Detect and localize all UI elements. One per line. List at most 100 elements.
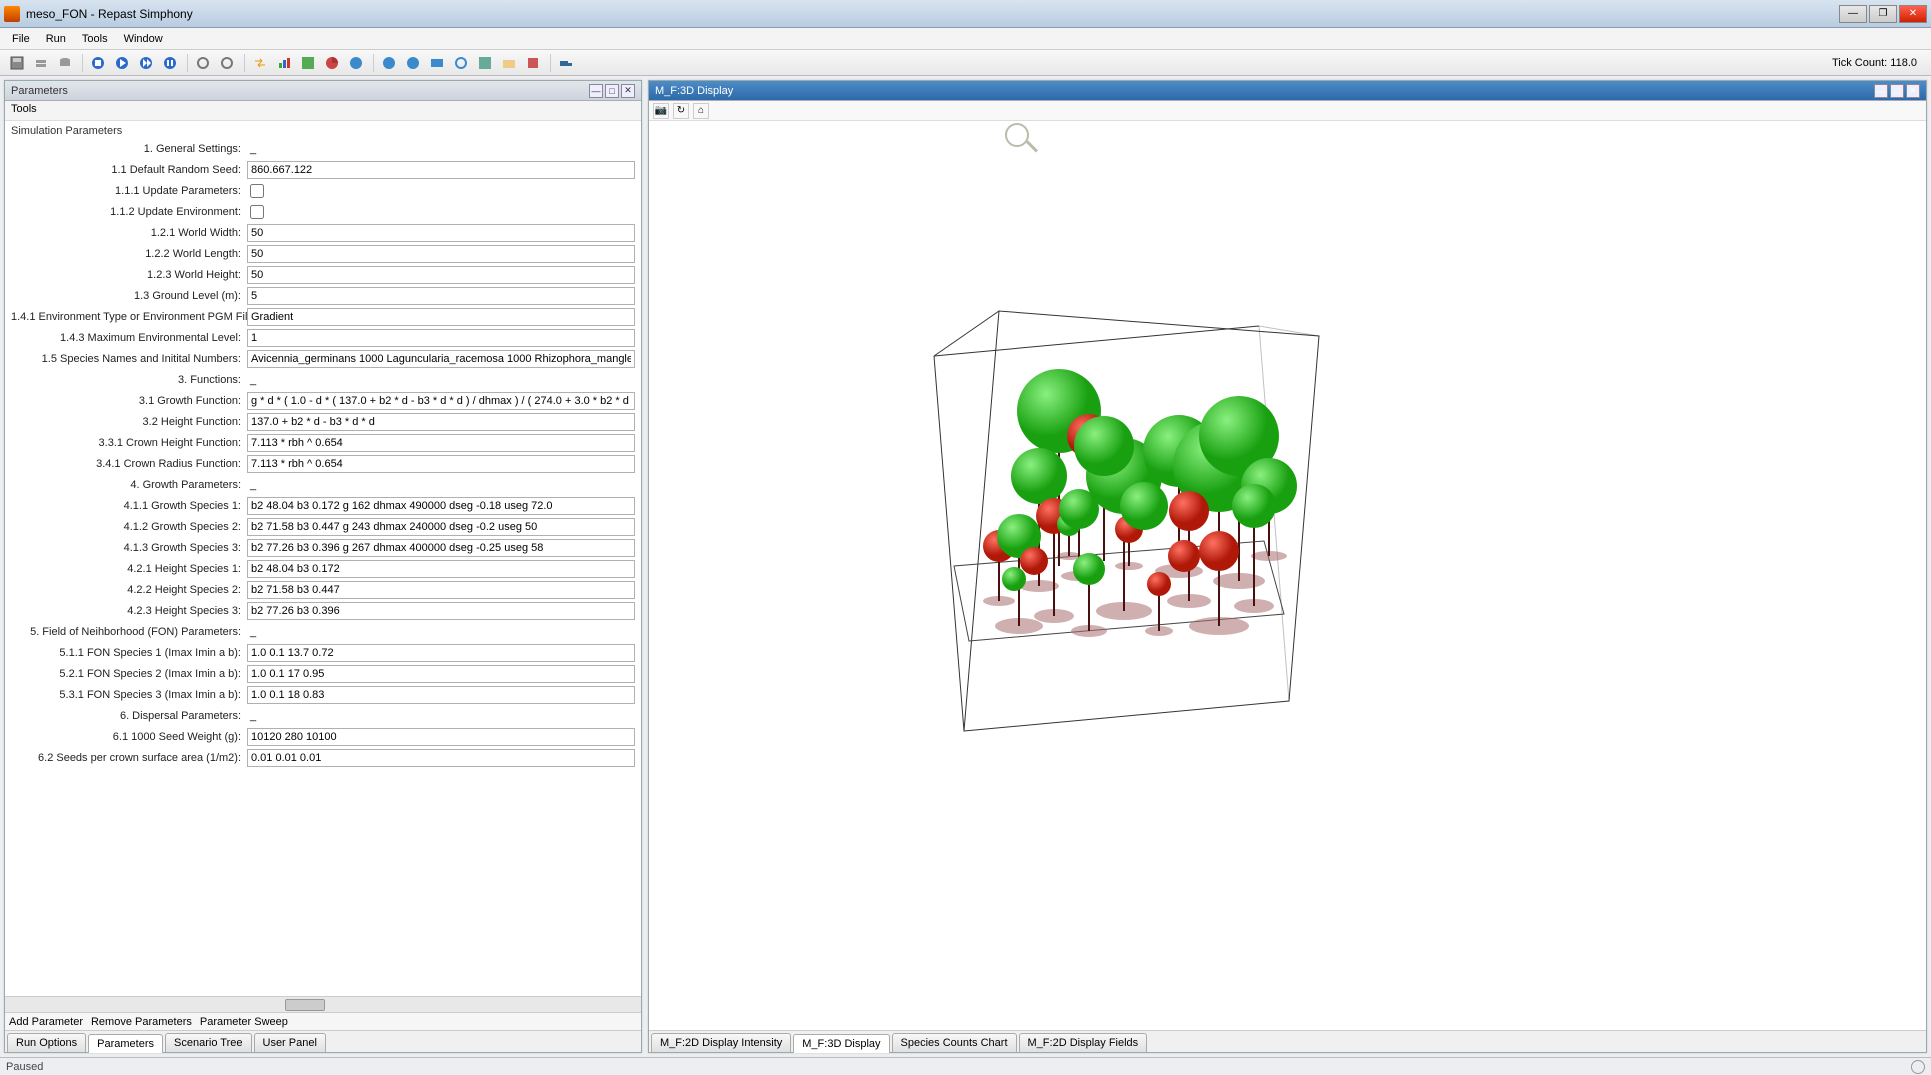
param-label: 1.2.1 World Width:: [11, 227, 247, 239]
gear2-icon[interactable]: [216, 52, 238, 74]
param-label: 4.2.2 Height Species 2:: [11, 584, 247, 596]
param-input[interactable]: [247, 329, 635, 347]
step-icon[interactable]: [135, 52, 157, 74]
3d-viewport[interactable]: [649, 121, 1926, 1030]
right-panel: M_F:3D Display — □ ✕ 📷 ↻ ⌂: [648, 80, 1927, 1053]
truck-icon[interactable]: [555, 52, 577, 74]
ff-icon[interactable]: [159, 52, 181, 74]
tab-2d-fields[interactable]: M_F:2D Display Fields: [1019, 1033, 1148, 1052]
refresh-icon[interactable]: ↻: [673, 103, 689, 119]
subwin-minimize-icon[interactable]: —: [1874, 84, 1888, 98]
param-checkbox[interactable]: [250, 205, 264, 219]
subwin-minimize-icon[interactable]: —: [589, 84, 603, 98]
param-input[interactable]: [247, 665, 635, 683]
display-title: M_F:3D Display: [655, 85, 733, 97]
folder-icon[interactable]: [498, 52, 520, 74]
grid-icon[interactable]: [474, 52, 496, 74]
java-icon: [4, 6, 20, 22]
param-input[interactable]: [247, 497, 635, 515]
param-input[interactable]: [247, 392, 635, 410]
param-row: 6. Dispersal Parameters:_: [11, 706, 635, 726]
stop-icon[interactable]: [87, 52, 109, 74]
display-titlebar[interactable]: M_F:3D Display — □ ✕: [649, 81, 1926, 101]
param-input[interactable]: [247, 539, 635, 557]
titlebar: meso_FON - Repast Simphony — ❐ ✕: [0, 0, 1931, 28]
globe-icon[interactable]: [345, 52, 367, 74]
remove-parameters-link[interactable]: Remove Parameters: [91, 1016, 192, 1028]
hscrollbar[interactable]: [5, 996, 641, 1012]
param-input[interactable]: [247, 560, 635, 578]
param-text: _: [247, 626, 635, 638]
subwin-maximize-icon[interactable]: □: [605, 84, 619, 98]
tab-scenario-tree[interactable]: Scenario Tree: [165, 1033, 251, 1052]
param-text: _: [247, 710, 635, 722]
param-checkbox[interactable]: [250, 184, 264, 198]
chart1-icon[interactable]: [273, 52, 295, 74]
param-input[interactable]: [247, 308, 635, 326]
param-input[interactable]: [247, 686, 635, 704]
tab-3d-display[interactable]: M_F:3D Display: [793, 1034, 889, 1053]
param-input[interactable]: [247, 644, 635, 662]
param-label: 3.2 Height Function:: [11, 416, 247, 428]
param-input[interactable]: [247, 434, 635, 452]
close-button[interactable]: ✕: [1899, 5, 1927, 23]
swap-icon[interactable]: [249, 52, 271, 74]
add-parameter-link[interactable]: Add Parameter: [9, 1016, 83, 1028]
stack-icon[interactable]: [30, 52, 52, 74]
param-label: 1.4.3 Maximum Environmental Level:: [11, 332, 247, 344]
param-input[interactable]: [247, 245, 635, 263]
tab-parameters[interactable]: Parameters: [88, 1034, 163, 1053]
param-input[interactable]: [247, 728, 635, 746]
param-row: 1.2.1 World Width:: [11, 223, 635, 243]
pie-icon[interactable]: [321, 52, 343, 74]
play-icon[interactable]: [111, 52, 133, 74]
web-icon[interactable]: [378, 52, 400, 74]
param-input[interactable]: [247, 518, 635, 536]
right-tab-strip: M_F:2D Display Intensity M_F:3D Display …: [649, 1030, 1926, 1052]
param-input[interactable]: [247, 266, 635, 284]
param-input[interactable]: [247, 287, 635, 305]
home-icon[interactable]: ⌂: [693, 103, 709, 119]
param-label: 4.1.3 Growth Species 3:: [11, 542, 247, 554]
restore-button[interactable]: ❐: [1869, 5, 1897, 23]
param-row: 1.1 Default Random Seed:: [11, 160, 635, 180]
param-row: 1.3 Ground Level (m):: [11, 286, 635, 306]
param-input[interactable]: [247, 455, 635, 473]
mail-icon[interactable]: [426, 52, 448, 74]
param-input[interactable]: [247, 224, 635, 242]
subwin-close-icon[interactable]: ✕: [621, 84, 635, 98]
earth-icon[interactable]: [402, 52, 424, 74]
param-input[interactable]: [247, 602, 635, 620]
param-input[interactable]: [247, 413, 635, 431]
menu-file[interactable]: File: [4, 31, 38, 47]
parameters-titlebar[interactable]: Parameters — □ ✕: [5, 81, 641, 101]
param-input[interactable]: [247, 350, 635, 368]
tools-label[interactable]: Tools: [5, 101, 641, 121]
tab-user-panel[interactable]: User Panel: [254, 1033, 326, 1052]
minimize-button[interactable]: —: [1839, 5, 1867, 23]
tab-species-chart[interactable]: Species Counts Chart: [892, 1033, 1017, 1052]
param-input[interactable]: [247, 161, 635, 179]
param-label: 6. Dispersal Parameters:: [11, 710, 247, 722]
menu-run[interactable]: Run: [38, 31, 74, 47]
tab-run-options[interactable]: Run Options: [7, 1033, 86, 1052]
film-icon[interactable]: [522, 52, 544, 74]
tab-2d-intensity[interactable]: M_F:2D Display Intensity: [651, 1033, 791, 1052]
subwin-close-icon[interactable]: ✕: [1906, 84, 1920, 98]
menu-window[interactable]: Window: [116, 31, 171, 47]
param-input[interactable]: [247, 581, 635, 599]
camera-icon[interactable]: 📷: [653, 103, 669, 119]
subwin-maximize-icon[interactable]: □: [1890, 84, 1904, 98]
chart2-icon[interactable]: [297, 52, 319, 74]
menu-tools[interactable]: Tools: [74, 31, 116, 47]
parameters-window: Parameters — □ ✕ Tools Simulation Parame…: [4, 80, 642, 1053]
parameters-scroll[interactable]: Simulation Parameters 1. General Setting…: [5, 121, 641, 996]
param-input[interactable]: [247, 749, 635, 767]
param-row: 3. Functions:_: [11, 370, 635, 390]
sync-icon[interactable]: [450, 52, 472, 74]
floppy-icon[interactable]: [6, 52, 28, 74]
gear1-icon[interactable]: [192, 52, 214, 74]
display-toolbar: 📷 ↻ ⌂: [649, 101, 1926, 121]
db-icon[interactable]: [54, 52, 76, 74]
parameter-sweep-link[interactable]: Parameter Sweep: [200, 1016, 288, 1028]
